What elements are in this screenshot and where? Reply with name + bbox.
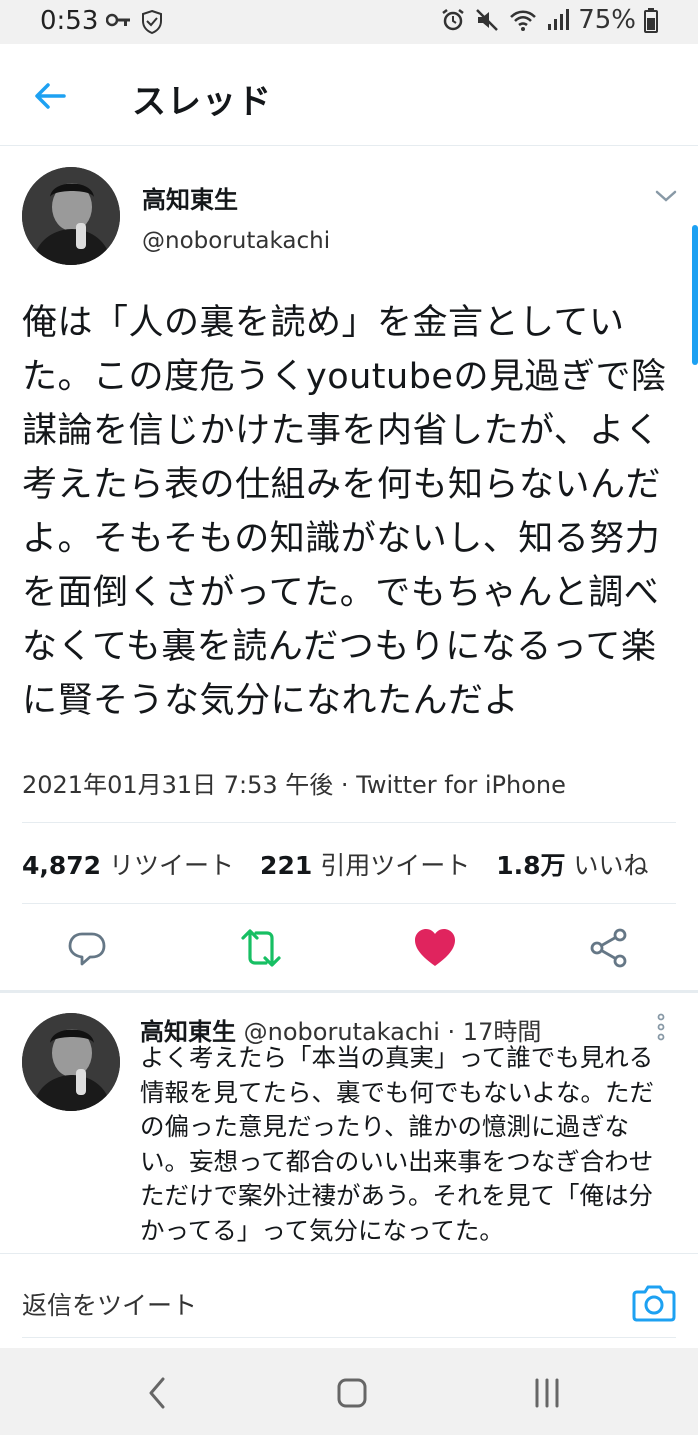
scroll-indicator[interactable] <box>692 225 698 365</box>
nav-back-icon[interactable] <box>146 1376 168 1410</box>
status-time: 0:53 <box>40 6 99 36</box>
retweet-label: リツイート <box>109 851 235 880</box>
top-header: スレッド <box>0 44 698 146</box>
divider <box>22 903 676 904</box>
chevron-down-icon[interactable] <box>654 186 678 206</box>
tweet-meta: 2021年01月31日 7:53 午後 · Twitter for iPhone <box>22 771 566 799</box>
quote-label: 引用ツイート <box>320 851 471 880</box>
nav-home-icon[interactable] <box>336 1376 368 1410</box>
reply-icon[interactable] <box>64 925 110 971</box>
author-handle[interactable]: @noborutakachi <box>142 228 330 254</box>
page-title: スレッド <box>132 82 272 122</box>
camera-icon[interactable] <box>632 1282 676 1322</box>
retweet-count: 4,872 <box>22 851 102 880</box>
share-icon[interactable] <box>586 925 632 971</box>
author-name[interactable]: 高知東生 <box>142 180 238 215</box>
reply-compose-bar: 返信をツイート <box>0 1253 698 1348</box>
system-navigation-bar <box>0 1348 698 1435</box>
quote-count: 221 <box>260 851 313 880</box>
quote-stat[interactable]: 221 引用ツイート <box>260 851 470 880</box>
mute-icon <box>476 9 499 31</box>
back-arrow-icon[interactable] <box>30 76 70 116</box>
compose-underline <box>22 1337 676 1338</box>
divider <box>22 822 676 823</box>
retweet-icon[interactable] <box>238 925 284 971</box>
signal-icon <box>548 9 570 30</box>
wifi-icon <box>510 10 537 31</box>
alarm-icon <box>442 9 464 31</box>
battery-icon <box>644 8 658 33</box>
status-right: 75% <box>440 5 658 35</box>
reply-avatar[interactable] <box>22 1013 120 1111</box>
reply-input[interactable]: 返信をツイート <box>22 1286 197 1322</box>
avatar[interactable] <box>22 167 120 265</box>
like-stat[interactable]: 1.8万 いいね <box>496 851 648 880</box>
shield-icon <box>142 9 162 35</box>
retweet-stat[interactable]: 4,872 リツイート <box>22 851 234 880</box>
nav-recents-icon[interactable] <box>532 1376 562 1410</box>
like-label: いいね <box>573 851 649 880</box>
key-icon <box>106 13 130 27</box>
like-count: 1.8万 <box>496 851 566 880</box>
more-vertical-icon[interactable] <box>652 1012 670 1042</box>
reply-text: よく考えたら「本当の真実」って誰でも見れる情報を見てたら、裏でも何でもないよな。… <box>140 1043 655 1245</box>
tweet-actions <box>0 925 698 971</box>
section-separator <box>0 990 698 993</box>
status-bar: 0:53 75% <box>0 0 698 44</box>
battery-percent: 75% <box>578 5 636 35</box>
heart-icon[interactable] <box>412 925 458 971</box>
tweet-text: 俺は「人の裏を読め」を金言としていた。この度危うくyoutubeの見過ぎで陰謀論… <box>22 303 667 721</box>
tweet-stats: 4,872 リツイート 221 引用ツイート 1.8万 いいね <box>22 846 648 882</box>
